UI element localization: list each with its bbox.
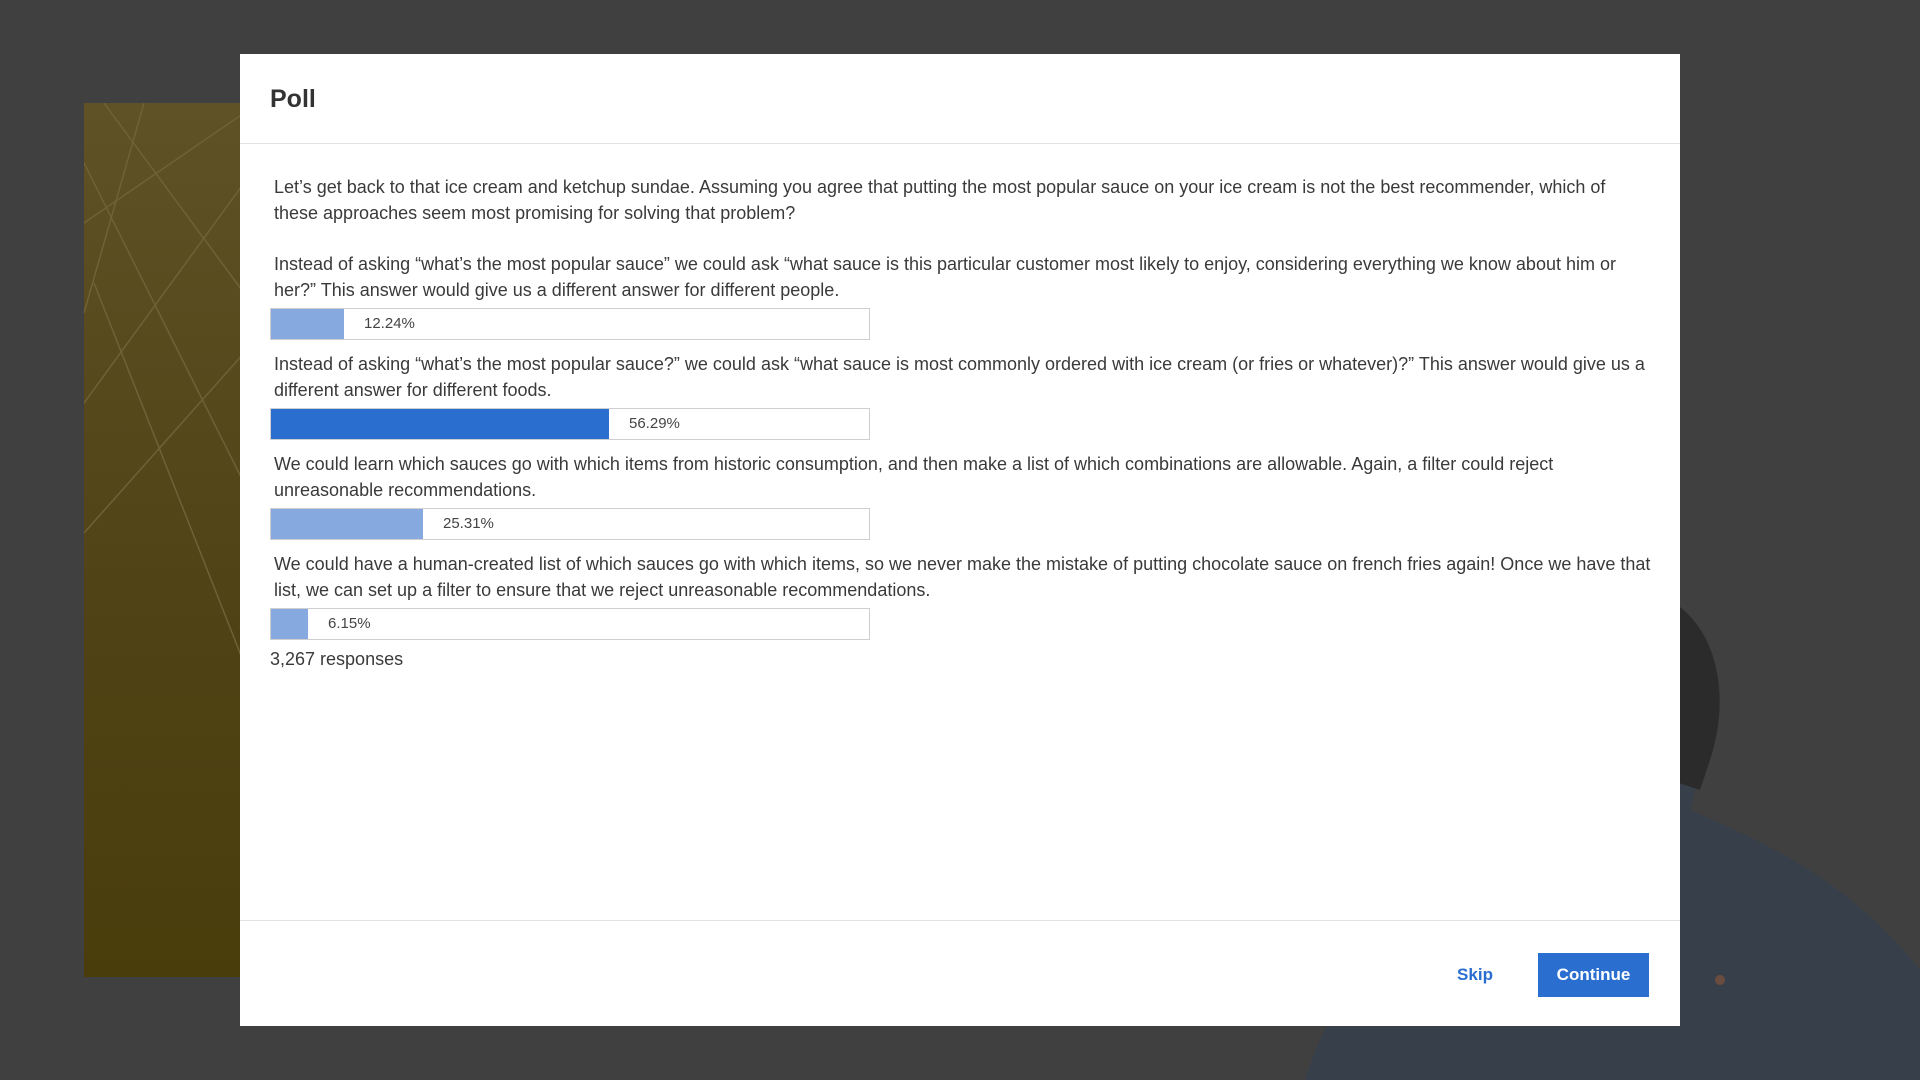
result-percent: 6.15% <box>328 615 371 632</box>
skip-button[interactable]: Skip <box>1439 953 1511 997</box>
result-bar-fill <box>271 409 609 439</box>
poll-body: Let’s get back to that ice cream and ket… <box>240 144 1680 670</box>
result-bar-fill <box>271 609 308 639</box>
response-count: 3,267 responses <box>270 649 404 669</box>
dialog-footer: Skip Continue <box>240 920 1680 1026</box>
result-bar: 25.31% <box>270 508 870 540</box>
option-text: Instead of asking “what’s the most popul… <box>274 254 1616 300</box>
poll-dialog: Poll Let’s get back to that ice cream an… <box>240 54 1680 1026</box>
option-text: Instead of asking “what’s the most popul… <box>274 354 1645 400</box>
continue-button[interactable]: Continue <box>1538 953 1649 997</box>
option-text: We could learn which sauces go with whic… <box>274 454 1554 500</box>
result-bar: 56.29% <box>270 408 870 440</box>
result-bar: 6.15% <box>270 608 870 640</box>
result-bar-fill <box>271 509 423 539</box>
dialog-title: Poll <box>270 85 316 113</box>
option-text: We could have a human-created list of wh… <box>274 554 1651 600</box>
result-percent: 12.24% <box>364 315 415 332</box>
poll-option: Instead of asking “what’s the most popul… <box>270 351 1650 440</box>
result-bar-fill <box>271 309 344 339</box>
dialog-header: Poll <box>240 54 1680 144</box>
result-percent: 56.29% <box>629 415 680 432</box>
poll-option: Instead of asking “what’s the most popul… <box>270 251 1650 340</box>
background-slide <box>84 103 244 977</box>
result-bar: 12.24% <box>270 308 870 340</box>
result-percent: 25.31% <box>443 515 494 532</box>
poll-option: We could have a human-created list of wh… <box>270 551 1650 640</box>
poll-option: We could learn which sauces go with whic… <box>270 451 1650 540</box>
poll-question: Let’s get back to that ice cream and ket… <box>274 177 1606 223</box>
